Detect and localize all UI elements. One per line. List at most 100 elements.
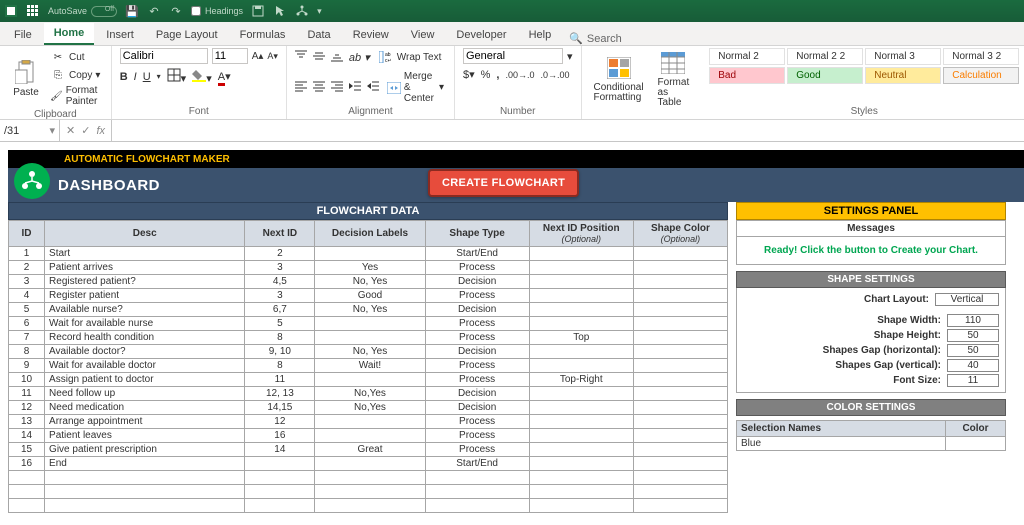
gap-v-input[interactable]: 40	[947, 359, 999, 372]
cell-next[interactable]: 4,5	[245, 275, 315, 289]
font-size-input[interactable]: 11	[947, 374, 999, 387]
cell-pos[interactable]	[529, 303, 633, 317]
cell-next[interactable]: 16	[245, 429, 315, 443]
cell-dec[interactable]: Great	[315, 443, 425, 457]
underline-button[interactable]: U	[143, 71, 151, 83]
cell-dec[interactable]	[315, 457, 425, 471]
titlebar-overflow[interactable]: ▾	[317, 6, 322, 17]
cell-style[interactable]: Normal 2	[709, 48, 785, 65]
cell-shape[interactable]: Process	[425, 429, 529, 443]
cell-shape[interactable]: Decision	[425, 275, 529, 289]
cell-desc[interactable]: Patient leaves	[45, 429, 245, 443]
cell-shape[interactable]: Process	[425, 289, 529, 303]
font-name-select[interactable]	[120, 48, 208, 64]
align-top-icon[interactable]	[295, 50, 307, 65]
cell-shape[interactable]: Process	[425, 261, 529, 275]
tab-page-layout[interactable]: Page Layout	[146, 25, 228, 45]
cell-dec[interactable]: Wait!	[315, 359, 425, 373]
border-button[interactable]: ▾	[167, 68, 187, 85]
cell-id[interactable]: 6	[9, 317, 45, 331]
cell-color[interactable]	[633, 275, 727, 289]
gap-h-input[interactable]: 50	[947, 344, 999, 357]
cell-id[interactable]: 4	[9, 289, 45, 303]
cell-dec[interactable]	[315, 429, 425, 443]
cell-style[interactable]: Good	[787, 67, 863, 84]
cell-desc[interactable]: Start	[45, 247, 245, 261]
cell-shape[interactable]: Decision	[425, 401, 529, 415]
hierarchy-icon[interactable]	[295, 4, 309, 18]
cell-desc[interactable]: Registered patient?	[45, 275, 245, 289]
cell-next[interactable]: 14	[245, 443, 315, 457]
grid-icon[interactable]	[26, 4, 40, 18]
cell-id[interactable]: 15	[9, 443, 45, 457]
shape-height-input[interactable]: 50	[947, 329, 999, 342]
cell-shape[interactable]: Decision	[425, 303, 529, 317]
cell-dec[interactable]	[315, 247, 425, 261]
cell-color[interactable]	[633, 387, 727, 401]
cell-style[interactable]: Normal 3	[865, 48, 941, 65]
cell-dec[interactable]	[315, 331, 425, 345]
decrease-font-icon[interactable]: A▾	[267, 51, 278, 62]
tab-developer[interactable]: Developer	[446, 25, 516, 45]
cell-id[interactable]: 9	[9, 359, 45, 373]
tab-formulas[interactable]: Formulas	[230, 25, 296, 45]
table-row[interactable]: 13Arrange appointment12Process	[9, 415, 728, 429]
fill-color-button[interactable]: ▾	[192, 68, 212, 85]
redo-icon[interactable]: ↷	[169, 4, 183, 18]
align-left-icon[interactable]	[295, 80, 307, 95]
cell-style[interactable]: Normal 3 2	[943, 48, 1019, 65]
align-right-icon[interactable]	[331, 80, 343, 95]
cell-id[interactable]: 8	[9, 345, 45, 359]
cell-dec[interactable]: Yes	[315, 261, 425, 275]
autosave-pill[interactable]	[91, 6, 117, 17]
cell-desc[interactable]: Wait for available doctor	[45, 359, 245, 373]
table-row[interactable]: 6Wait for available nurse5Process	[9, 317, 728, 331]
cell-next[interactable]: 8	[245, 331, 315, 345]
color-row[interactable]: Blue	[737, 437, 1006, 451]
create-flowchart-button[interactable]: CREATE FLOWCHART	[428, 169, 579, 197]
cell-shape[interactable]: Start/End	[425, 247, 529, 261]
align-bottom-icon[interactable]	[331, 50, 343, 65]
cell-dec[interactable]: No,Yes	[315, 387, 425, 401]
cell-pos[interactable]	[529, 359, 633, 373]
cell-next[interactable]: 6,7	[245, 303, 315, 317]
cell-color[interactable]	[633, 443, 727, 457]
cell-dec[interactable]	[315, 317, 425, 331]
cell-desc[interactable]: End	[45, 457, 245, 471]
cell-pos[interactable]	[529, 415, 633, 429]
cell-color[interactable]	[633, 317, 727, 331]
merge-center-button[interactable]: Merge & Center ▾	[385, 70, 446, 105]
number-format-select[interactable]	[463, 48, 563, 64]
table-row[interactable]	[9, 485, 728, 499]
name-box[interactable]: /31▾	[0, 120, 60, 141]
cell-desc[interactable]: Record health condition	[45, 331, 245, 345]
indent-increase-icon[interactable]	[367, 80, 379, 95]
table-row[interactable]: 4Register patient3GoodProcess	[9, 289, 728, 303]
cell-shape[interactable]: Process	[425, 415, 529, 429]
decrease-decimal-icon[interactable]: .0→.00	[540, 70, 569, 80]
format-painter-button[interactable]: 🖌Format Painter	[48, 84, 103, 108]
tab-view[interactable]: View	[401, 25, 445, 45]
cell-id[interactable]: 3	[9, 275, 45, 289]
percent-icon[interactable]: %	[481, 69, 491, 81]
table-row[interactable]	[9, 471, 728, 485]
cell-next[interactable]: 3	[245, 289, 315, 303]
cancel-formula-icon[interactable]: ✕	[66, 124, 75, 137]
cell-shape[interactable]: Process	[425, 359, 529, 373]
cell-color[interactable]	[633, 261, 727, 275]
table-row[interactable]: 8Available doctor?9, 10No, YesDecision	[9, 345, 728, 359]
align-middle-icon[interactable]	[313, 50, 325, 65]
cell-color[interactable]	[633, 289, 727, 303]
cell-dec[interactable]: Good	[315, 289, 425, 303]
table-row[interactable]: 3Registered patient?4,5No, YesDecision	[9, 275, 728, 289]
headings-checkbox[interactable]	[191, 6, 201, 16]
save-alt-icon[interactable]	[251, 4, 265, 18]
cell-pos[interactable]	[529, 275, 633, 289]
cell-id[interactable]: 11	[9, 387, 45, 401]
cell-dec[interactable]: No, Yes	[315, 303, 425, 317]
cell-color[interactable]	[633, 345, 727, 359]
cell-next[interactable]: 12	[245, 415, 315, 429]
cell-next[interactable]: 5	[245, 317, 315, 331]
cell-desc[interactable]: Patient arrives	[45, 261, 245, 275]
increase-font-icon[interactable]: A▴	[252, 51, 264, 62]
